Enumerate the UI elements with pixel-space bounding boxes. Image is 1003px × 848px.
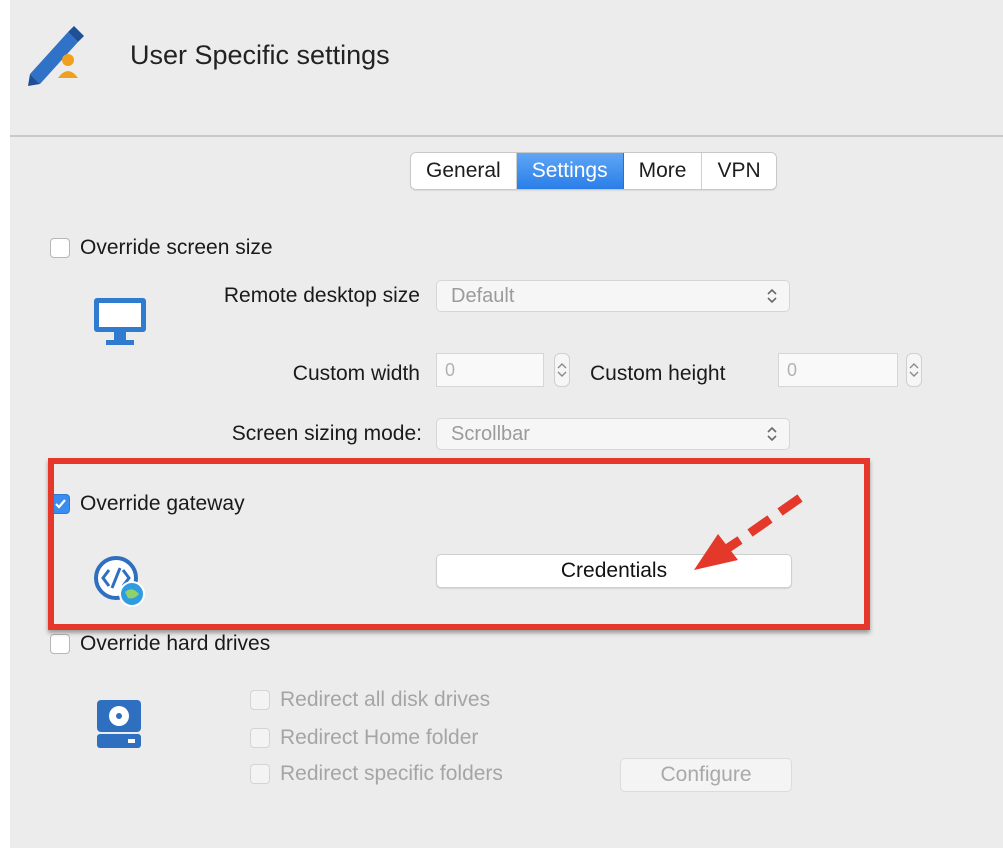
screen-sizing-mode-label: Screen sizing mode: [231, 422, 422, 445]
custom-width-field[interactable]: 0 [436, 353, 544, 387]
redirect-home-folder-checkbox[interactable] [250, 728, 270, 748]
settings-window: User Specific settings General Settings … [10, 0, 1003, 848]
page-title: User Specific settings [130, 40, 390, 70]
redirect-home-folder-label: Redirect Home folder [280, 726, 479, 749]
override-screen-size-checkbox[interactable] [50, 238, 70, 258]
tab-general[interactable]: General [411, 153, 517, 189]
tab-more[interactable]: More [623, 153, 703, 189]
remote-desktop-size-select[interactable]: Default [436, 280, 790, 312]
stepper-arrows-icon [909, 363, 919, 377]
monitor-icon [94, 298, 146, 345]
custom-height-stepper[interactable] [906, 353, 922, 387]
chevron-updown-icon [767, 426, 777, 442]
pencil-user-icon [28, 26, 84, 86]
override-screen-size-label: Override screen size [80, 236, 273, 259]
stepper-arrows-icon [557, 363, 567, 377]
hard-drive-icon [97, 700, 141, 748]
redirect-specific-folders-label: Redirect specific folders [280, 762, 503, 785]
tab-settings[interactable]: Settings [516, 153, 624, 189]
tab-vpn[interactable]: VPN [702, 153, 776, 189]
custom-height-field[interactable]: 0 [778, 353, 898, 387]
override-hard-drives-label: Override hard drives [80, 632, 271, 655]
redirect-specific-folders-checkbox[interactable] [250, 764, 270, 784]
header: User Specific settings [10, 0, 1003, 137]
redirect-all-disk-drives-label: Redirect all disk drives [280, 688, 491, 711]
dashed-arrow-icon [694, 494, 803, 570]
configure-button[interactable]: Configure [620, 758, 792, 792]
custom-width-stepper[interactable] [554, 353, 570, 387]
remote-desktop-size-label: Remote desktop size [223, 284, 420, 307]
remote-desktop-size-value: Default [451, 285, 515, 307]
custom-height-label: Custom height [590, 362, 726, 385]
chevron-updown-icon [767, 288, 777, 304]
screen-sizing-mode-value: Scrollbar [451, 423, 530, 445]
override-hard-drives-checkbox[interactable] [50, 634, 70, 654]
custom-width-label: Custom width [292, 362, 420, 385]
redirect-all-disk-drives-checkbox[interactable] [250, 690, 270, 710]
screen-sizing-mode-select[interactable]: Scrollbar [436, 418, 790, 450]
tab-bar: General Settings More VPN [410, 152, 777, 190]
